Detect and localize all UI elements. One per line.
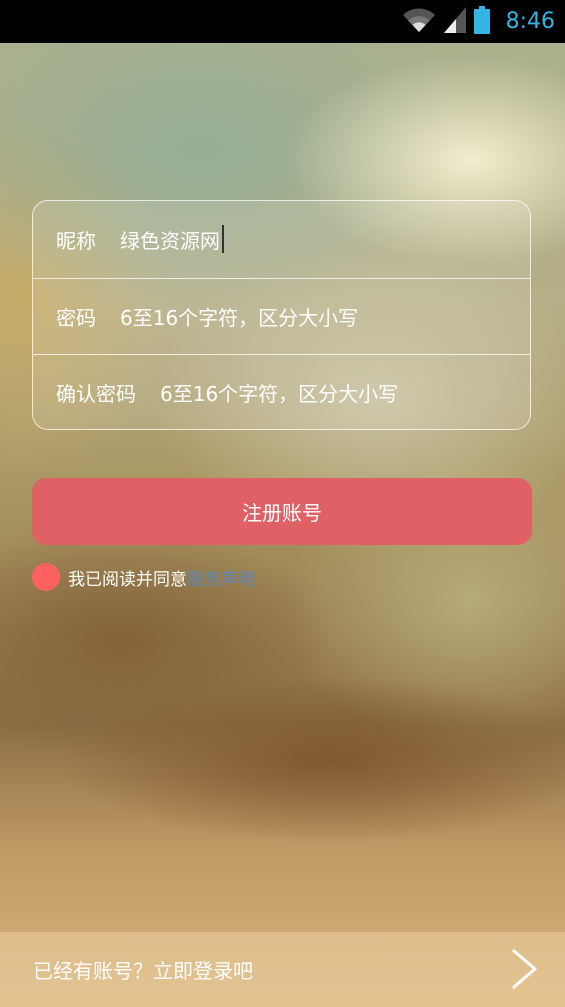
status-icons: 8:46 xyxy=(402,0,555,43)
confirm-password-input[interactable]: 6至16个字符，区分大小写 xyxy=(160,378,398,407)
nickname-input[interactable]: 绿色资源网 xyxy=(120,225,224,254)
register-button[interactable]: 注册账号 xyxy=(32,478,532,545)
register-screen: 8:46 昵称 绿色资源网 密码 6至16个字符，区分大小写 确认密码 6至16… xyxy=(0,0,565,1007)
chevron-right-icon[interactable] xyxy=(511,948,539,994)
battery-icon xyxy=(473,5,490,38)
agree-checkbox[interactable] xyxy=(32,563,60,591)
signal-icon xyxy=(443,6,466,37)
agreement-text: 我已阅读并同意 xyxy=(68,569,187,590)
login-link[interactable]: 已经有账号？立即登录吧 xyxy=(33,932,253,1007)
password-input[interactable]: 6至16个字符，区分大小写 xyxy=(120,302,358,331)
terms-link[interactable]: 服务声明 xyxy=(187,565,255,590)
confirm-password-label: 确认密码 xyxy=(56,382,136,407)
nickname-value: 绿色资源网 xyxy=(120,228,220,253)
password-label: 密码 xyxy=(56,305,96,330)
confirm-password-field[interactable]: 确认密码 6至16个字符，区分大小写 xyxy=(33,354,530,431)
password-field[interactable]: 密码 6至16个字符，区分大小写 xyxy=(33,277,530,355)
status-clock: 8:46 xyxy=(505,9,555,34)
nickname-label: 昵称 xyxy=(56,228,96,253)
register-button-label: 注册账号 xyxy=(242,501,322,525)
nickname-field[interactable]: 昵称 绿色资源网 xyxy=(33,201,530,278)
status-bar: 8:46 xyxy=(0,0,565,43)
agreement-row: 我已阅读并同意 服务声明 xyxy=(32,562,255,592)
login-bar[interactable]: 已经有账号？立即登录吧 xyxy=(0,932,565,1007)
register-form: 昵称 绿色资源网 密码 6至16个字符，区分大小写 确认密码 6至16个字符，区… xyxy=(32,200,531,430)
text-caret xyxy=(222,225,224,254)
wifi-icon xyxy=(402,7,436,37)
